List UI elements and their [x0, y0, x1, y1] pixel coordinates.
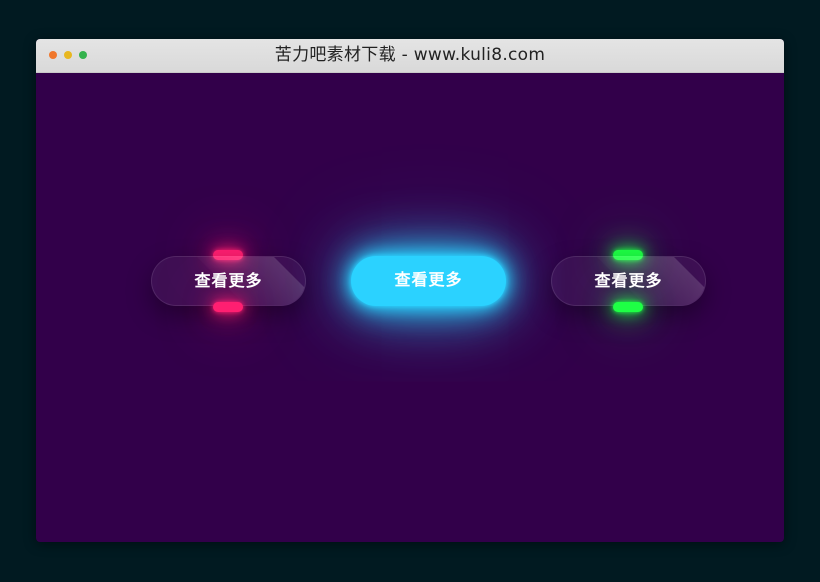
title-bar: 苦力吧素材下载 - www.kuli8.com [36, 39, 784, 73]
window-title: 苦力吧素材下载 - www.kuli8.com [274, 45, 546, 65]
button-label: 查看更多 [394, 270, 463, 289]
view-more-button-pink[interactable]: 查看更多 [151, 256, 306, 306]
button-label: 查看更多 [194, 271, 263, 290]
blue-neon-button-wrapper: 查看更多 [351, 256, 506, 306]
button-label: 查看更多 [594, 271, 663, 290]
pink-glow-bottom-bar [213, 302, 243, 312]
pink-neon-button-wrapper: 查看更多 [151, 250, 306, 312]
browser-window: 苦力吧素材下载 - www.kuli8.com 查看更多 查看更多 查看更多 [36, 39, 784, 542]
view-more-button-green[interactable]: 查看更多 [551, 256, 706, 306]
view-more-button-blue[interactable]: 查看更多 [351, 256, 506, 306]
green-neon-button-wrapper: 查看更多 [551, 250, 706, 312]
green-glow-bottom-bar [613, 302, 643, 312]
demo-stage: 查看更多 查看更多 查看更多 [36, 73, 784, 542]
